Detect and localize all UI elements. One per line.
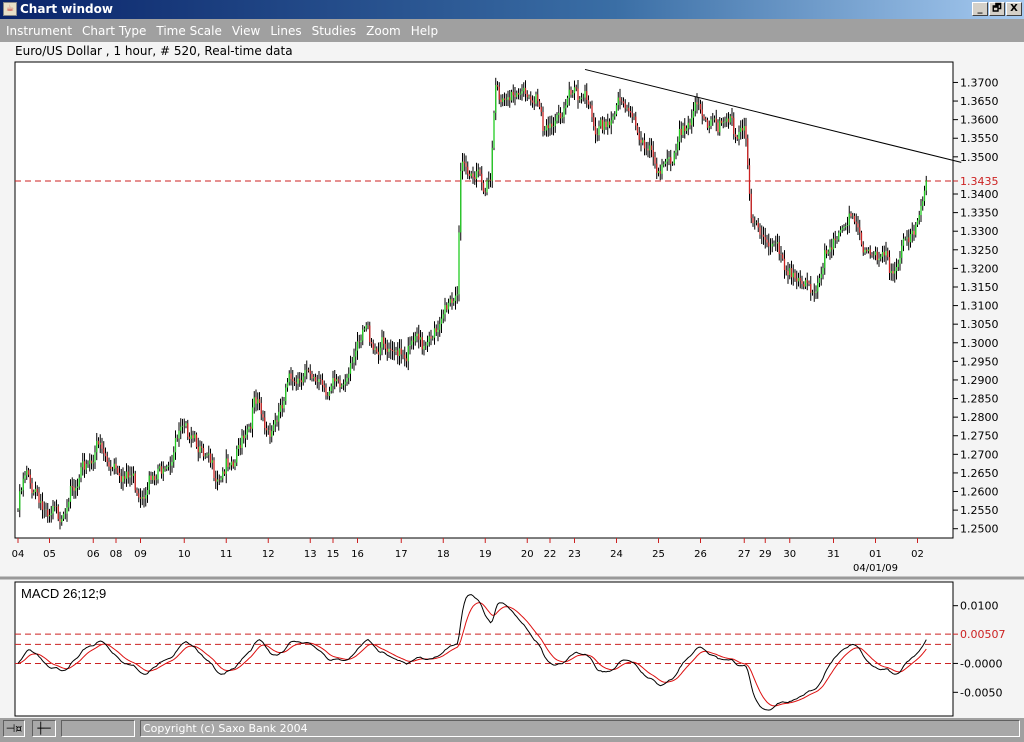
y-tick-label: 1.3050: [960, 318, 999, 331]
crosshair-button[interactable]: ┼─: [32, 720, 56, 737]
x-tick-label: 02: [911, 549, 924, 560]
x-tick-label: 20: [521, 549, 534, 560]
y-tick-label: 1.2950: [960, 355, 999, 368]
x-tick-label: 31: [827, 549, 840, 560]
x-tick-label: 26: [694, 549, 707, 560]
y-tick-label: 1.3650: [960, 95, 999, 108]
x-tick-label: 24: [610, 549, 623, 560]
price-plot[interactable]: [14, 61, 954, 539]
x-tick-label: 13: [304, 549, 317, 560]
y-tick-label: 1.3700: [960, 76, 999, 89]
x-tick-label: 09: [134, 549, 147, 560]
x-tick-label: 23: [568, 549, 581, 560]
y-tick-label: 1.2650: [960, 467, 999, 480]
pin-icon: ⊣¤: [5, 722, 23, 735]
x-tick-label: 19: [479, 549, 492, 560]
y-tick-label: 1.2500: [960, 523, 999, 536]
x-tick-label: 06: [87, 549, 100, 560]
x-tick-label: 16: [351, 549, 364, 560]
x-tick-label: 10: [178, 549, 191, 560]
x-tick-label: 01: [869, 549, 882, 560]
y-tick-label: 1.3200: [960, 262, 999, 275]
x-tick-label: 29: [759, 549, 772, 560]
x-tick-label: 30: [783, 549, 796, 560]
y-tick-label: 1.2550: [960, 504, 999, 517]
pin-button[interactable]: ⊣¤: [3, 720, 25, 737]
x-tick-label: 05: [43, 549, 56, 560]
chart-area[interactable]: 1.3700 1.3650 1.3600 1.3550 1.3500 1.3400 1.33…: [0, 0, 1024, 718]
status-field: [61, 720, 135, 737]
y-tick-label: 1.2900: [960, 374, 999, 387]
copyright-text: Copyright (c) Saxo Bank 2004: [140, 720, 1020, 737]
x-tick-label: 18: [437, 549, 450, 560]
macd-y-tick-label: -0.0000: [960, 657, 1002, 670]
y-tick-label: 1.3000: [960, 337, 999, 350]
x-tick-label: 17: [395, 549, 408, 560]
x-tick-label: 15: [327, 549, 340, 560]
y-tick-label: 1.3250: [960, 244, 999, 257]
y-tick-label: 1.2850: [960, 393, 999, 406]
x-tick-label: 08: [110, 549, 123, 560]
y-tick-label: 1.2700: [960, 448, 999, 461]
y-tick-label: 1.2750: [960, 430, 999, 443]
y-tick-label: 1.2800: [960, 411, 999, 424]
y-tick-label: 1.2600: [960, 486, 999, 499]
y-tick-label: 1.3300: [960, 225, 999, 238]
macd-label: MACD 26;12;9: [21, 586, 106, 601]
y-tick-label: 1.3500: [960, 151, 999, 164]
x-tick-label: 11: [220, 549, 233, 560]
price-level-label: 1.3435: [960, 175, 999, 188]
macd-current-label: 0.00507: [960, 628, 1006, 641]
macd-y-tick-label: -0.0050: [960, 686, 1002, 699]
x-tick-label: 22: [544, 549, 557, 560]
y-tick-label: 1.3350: [960, 207, 999, 220]
y-tick-label: 1.3550: [960, 132, 999, 145]
y-tick-label: 1.3150: [960, 281, 999, 294]
macd-y-tick-label: 0.0100: [960, 600, 999, 613]
x-tick-label: 12: [262, 549, 275, 560]
y-tick-label: 1.3400: [960, 188, 999, 201]
status-bar: ⊣¤ ┼─ Copyright (c) Saxo Bank 2004: [0, 718, 1024, 742]
x-tick-label: 25: [652, 549, 665, 560]
macd-plot[interactable]: [14, 581, 954, 717]
y-tick-label: 1.3600: [960, 114, 999, 127]
x-tick-label: 27: [738, 549, 751, 560]
y-tick-label: 1.3100: [960, 300, 999, 313]
date-label: 04/01/09: [853, 563, 898, 574]
crosshair-icon: ┼─: [37, 722, 51, 735]
x-tick-label: 04: [12, 549, 25, 560]
